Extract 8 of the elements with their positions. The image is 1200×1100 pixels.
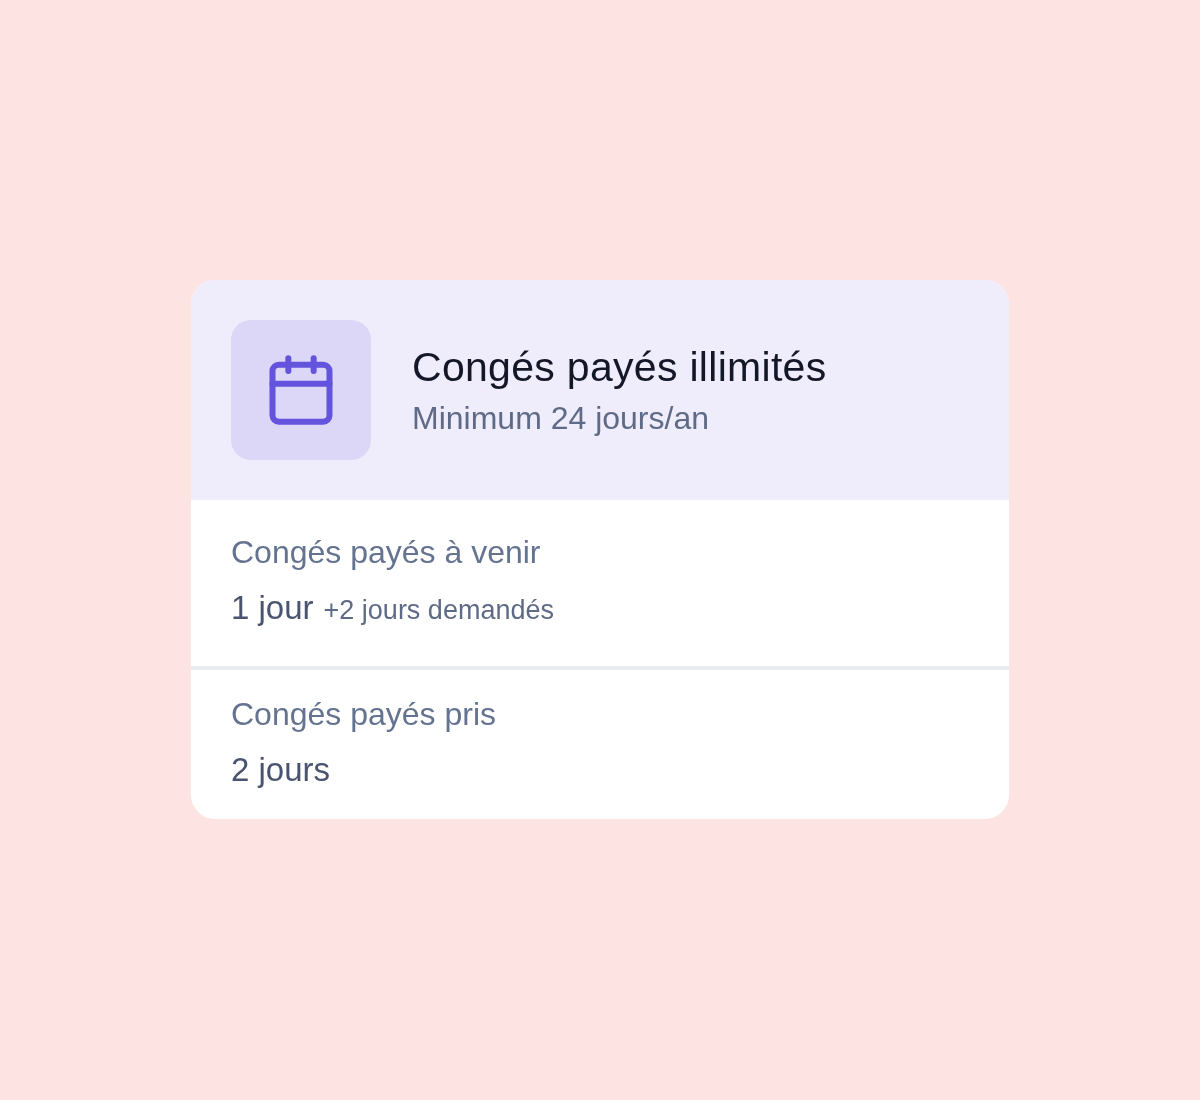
row-note: +2 jours demandés bbox=[323, 594, 554, 627]
row-label: Congés payés à venir bbox=[231, 533, 542, 572]
row-value: 2 jours bbox=[231, 750, 331, 790]
card-subtitle: Minimum 24 jours/an bbox=[412, 399, 710, 438]
card-title: Congés payés illimités bbox=[412, 343, 827, 392]
calendar-icon bbox=[231, 320, 371, 460]
row-value: 1 jour bbox=[231, 588, 314, 628]
row-label: Congés payés pris bbox=[231, 695, 498, 734]
